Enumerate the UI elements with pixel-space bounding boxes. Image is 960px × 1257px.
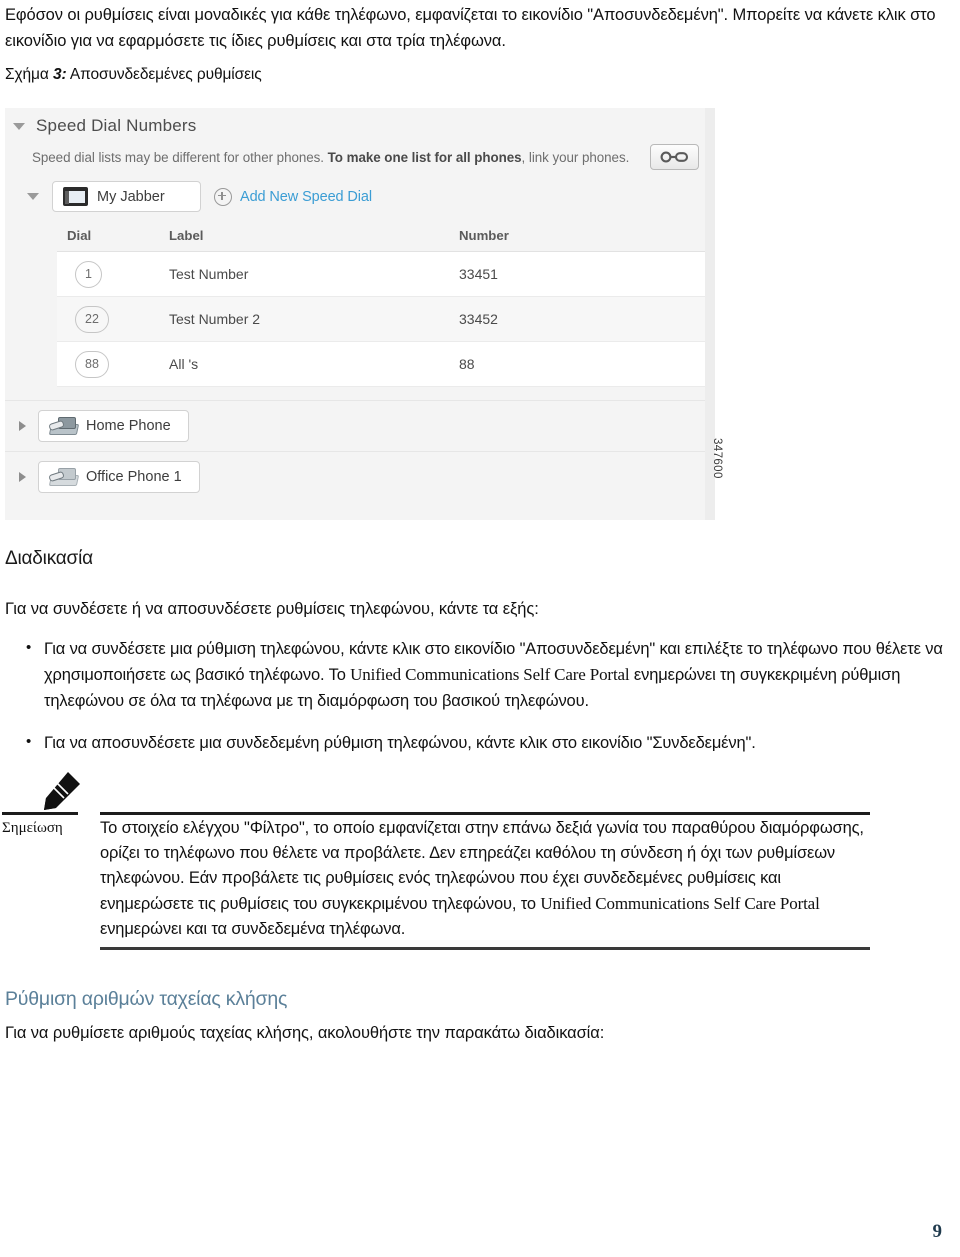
table-row[interactable]: 22 Test Number 2 33452 — [57, 297, 705, 342]
procedure-heading: Διαδικασία — [5, 548, 93, 569]
note-label: Σημείωση — [2, 820, 63, 836]
number-cell: 88 — [459, 356, 475, 372]
figure-screenshot: Speed Dial Numbers Speed dial lists may … — [5, 108, 755, 523]
device-chip-office-phone-1[interactable]: Office Phone 1 — [38, 461, 200, 493]
table-header-row: Dial Label Number — [57, 223, 705, 252]
label-cell: All 's — [169, 356, 199, 372]
desk-phone-icon — [48, 467, 80, 487]
device-chip-label: My Jabber — [97, 188, 165, 205]
figure-caption-text: Αποσυνδεδεμένες ρυθμίσεις — [66, 66, 262, 83]
intro-paragraph: Εφόσον οι ρυθμίσεις είναι μοναδικές για … — [5, 6, 936, 50]
desk-phone-icon — [48, 416, 80, 436]
note-divider-right — [100, 812, 870, 815]
section-subtitle: Speed dial lists may be different for ot… — [32, 150, 629, 165]
section-title: Speed Dial Numbers — [36, 116, 197, 135]
number-cell: 33451 — [459, 266, 498, 282]
pencil-icon — [44, 772, 80, 810]
figure-id-label: 347600 — [711, 438, 723, 479]
note-product-name: Unified Communications Self Care Portal — [540, 894, 820, 913]
list-item: Για να αποσυνδέσετε μια συνδεδεμένη ρύθμ… — [22, 729, 952, 756]
add-new-speed-dial-label: Add New Speed Dial — [240, 188, 372, 205]
device-row-home-phone[interactable]: Home Phone — [5, 400, 705, 451]
label-cell: Test Number 2 — [169, 311, 261, 327]
column-header-number: Number — [459, 228, 509, 243]
subtitle-part-2: , link your phones. — [521, 150, 630, 165]
device-chip-label: Home Phone — [86, 418, 171, 434]
note-bottom-divider-wrap — [0, 946, 900, 950]
next-section-lead-text: Για να ρυθμίσετε αριθμούς ταχείας κλήσης… — [5, 1024, 605, 1042]
other-devices-list: Home Phone Office Phone 1 — [5, 400, 705, 502]
chevron-down-icon[interactable] — [13, 122, 25, 130]
note-divider-bottom — [100, 947, 870, 950]
number-cell: 33452 — [459, 311, 498, 327]
device-chip-my-jabber[interactable]: My Jabber — [52, 181, 201, 212]
dial-cell: 1 — [57, 260, 169, 288]
column-header-dial: Dial — [67, 228, 92, 243]
list-item: Για να συνδέσετε μια ρύθμιση τηλεφώνου, … — [22, 635, 952, 714]
bullet-2-part-1: Για να αποσυνδέσετε μια συνδεδεμένη ρύθμ… — [44, 734, 756, 752]
table-row[interactable]: 1 Test Number 33451 — [57, 252, 705, 297]
dial-cell: 22 — [57, 305, 169, 333]
subtitle-bold: To make one list for all phones — [327, 150, 522, 165]
speed-dial-table: Dial Label Number 1 Test Number 33451 22… — [57, 223, 705, 387]
figure-caption-prefix: Σχήμα — [5, 66, 53, 83]
chevron-right-icon[interactable] — [19, 421, 26, 431]
device-expand-chevron-icon[interactable] — [27, 193, 39, 200]
column-header-label: Label — [169, 228, 204, 243]
jabber-icon — [63, 187, 88, 206]
chain-link-icon — [660, 151, 688, 163]
dial-badge: 88 — [75, 350, 109, 378]
dial-cell: 88 — [57, 350, 169, 378]
note-body-text: Το στοιχείο ελέγχου "Φίλτρο", το οποίο ε… — [100, 816, 872, 942]
note-text-part-2: ενημερώνει και τα συνδεδεμένα τηλέφωνα. — [100, 920, 406, 938]
document-page: Εφόσον οι ρυθμίσεις είναι μοναδικές για … — [0, 0, 960, 1257]
procedure-bullet-list: Για να συνδέσετε μια ρύθμιση τηλεφώνου, … — [22, 635, 952, 772]
table-row[interactable]: 88 All 's 88 — [57, 342, 705, 387]
figure-caption: Σχήμα 3: Αποσυνδεδεμένες ρυθμίσεις — [5, 66, 262, 84]
next-section-heading: Ρύθμιση αριθμών ταχείας κλήσης — [5, 988, 288, 1010]
add-new-speed-dial-button[interactable]: Add New Speed Dial — [214, 187, 372, 206]
bullet-1-product-name: Unified Communications Self Care Portal — [350, 665, 630, 684]
label-cell: Test Number — [169, 266, 249, 282]
device-chip-label: Office Phone 1 — [86, 469, 182, 485]
subtitle-part-1: Speed dial lists may be different for ot… — [32, 150, 328, 165]
dial-badge: 1 — [75, 260, 102, 288]
plus-circle-icon — [214, 187, 232, 206]
link-phones-button[interactable] — [650, 144, 699, 170]
procedure-lead-text: Για να συνδέσετε ή να αποσυνδέσετε ρυθμί… — [5, 600, 539, 618]
device-row-office-phone-1[interactable]: Office Phone 1 — [5, 451, 705, 502]
device-selector-row: My Jabber Add New Speed Dial — [27, 181, 372, 212]
speed-dial-section-header[interactable]: Speed Dial Numbers — [13, 116, 196, 136]
chevron-right-icon[interactable] — [19, 472, 26, 482]
note-divider-left — [2, 812, 78, 815]
figure-caption-number: 3: — [52, 66, 67, 83]
page-number: 9 — [932, 1221, 943, 1242]
speed-dial-panel: Speed Dial Numbers Speed dial lists may … — [5, 108, 715, 520]
device-chip-home-phone[interactable]: Home Phone — [38, 410, 189, 442]
dial-badge: 22 — [75, 305, 109, 333]
